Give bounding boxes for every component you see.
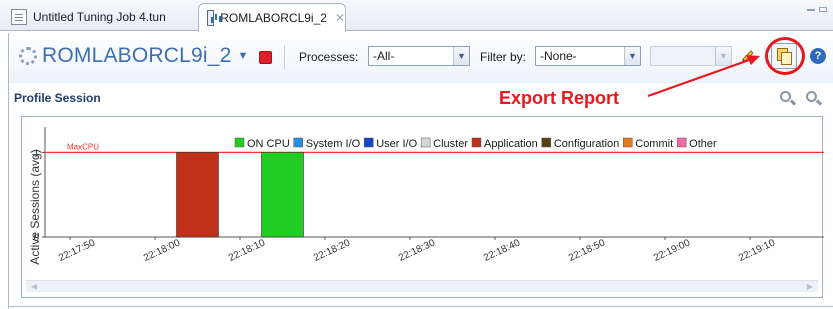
session-gear-icon bbox=[19, 47, 37, 65]
filter-by-label: Filter by: bbox=[480, 50, 527, 64]
bar-application bbox=[176, 152, 219, 238]
zoom-in-icon[interactable] bbox=[779, 90, 797, 108]
scroll-left-icon[interactable]: ◀ bbox=[28, 282, 40, 292]
profile-session-window: Untitled Tuning Job 4.tun ROMLABORCL9i_2… bbox=[0, 0, 833, 309]
panel-border bbox=[8, 83, 9, 309]
legend-label: Cluster bbox=[433, 138, 468, 150]
legend-label: Commit bbox=[635, 138, 673, 150]
processes-select[interactable]: -All- ▼ bbox=[368, 46, 470, 66]
chart-icon bbox=[207, 10, 215, 26]
x-tick-label: 22:19:10 bbox=[737, 237, 777, 264]
maxcpu-threshold-label: MaxCPU bbox=[67, 142, 99, 151]
bar-on-cpu bbox=[261, 152, 304, 238]
chevron-down-icon: ▼ bbox=[715, 47, 731, 65]
tab-romlaborcl9i-2[interactable]: ROMLABORCL9i_2 ✕ bbox=[198, 3, 346, 32]
export-report-annotation: Export Report bbox=[499, 88, 620, 108]
tab-label: Untitled Tuning Job 4.tun bbox=[33, 10, 166, 24]
legend-swatch bbox=[293, 137, 304, 148]
filter-value-select[interactable]: ▼ bbox=[650, 46, 732, 66]
chevron-down-icon: ▼ bbox=[453, 47, 469, 65]
legend-swatch bbox=[676, 137, 687, 148]
help-icon[interactable]: ? bbox=[810, 48, 826, 64]
x-tick-label: 22:17:50 bbox=[57, 237, 97, 264]
y-axis-label: Active Sessions (avg) bbox=[28, 149, 42, 264]
window-controls bbox=[807, 5, 829, 15]
document-icon bbox=[11, 9, 27, 25]
editor-tab-strip: Untitled Tuning Job 4.tun ROMLABORCL9i_2… bbox=[0, 0, 833, 32]
section-title: Profile Session bbox=[14, 91, 101, 105]
processes-select-value: -All- bbox=[373, 49, 395, 63]
processes-label: Processes: bbox=[299, 50, 359, 64]
legend-label: User I/O bbox=[376, 138, 417, 150]
chevron-down-icon[interactable]: ▼ bbox=[238, 50, 249, 62]
session-toolbar: ROMLABORCL9i_2 ▼ Processes: -All- ▼ Filt… bbox=[8, 33, 833, 83]
legend-label: Configuration bbox=[554, 138, 619, 150]
legend-swatch bbox=[234, 137, 245, 148]
x-tick-label: 22:18:50 bbox=[567, 237, 607, 264]
x-tick-label: 22:18:00 bbox=[142, 237, 182, 264]
maximize-icon[interactable] bbox=[819, 7, 827, 12]
tab-untitled-tuning-job[interactable]: Untitled Tuning Job 4.tun bbox=[3, 3, 189, 31]
scroll-right-icon[interactable]: ▶ bbox=[804, 282, 816, 292]
active-sessions-chart: 01Active Sessions (avg)MaxCPU22:17:50 22:… bbox=[28, 127, 824, 265]
session-selector[interactable]: ROMLABORCL9i_2 ▼ bbox=[19, 44, 248, 68]
toolbar-divider bbox=[284, 45, 285, 69]
session-title: ROMLABORCL9i_2 bbox=[42, 44, 232, 67]
x-tick-label: 22:18:40 bbox=[482, 237, 522, 264]
x-tick-label: 22:18:20 bbox=[312, 237, 352, 264]
legend-swatch bbox=[623, 137, 633, 148]
x-tick-label: 22:18:10 bbox=[227, 237, 267, 264]
close-tab-icon[interactable]: ✕ bbox=[335, 11, 345, 25]
legend-label: Other bbox=[689, 138, 717, 150]
x-tick-label: 22:19:00 bbox=[652, 237, 692, 264]
highlight-circle bbox=[765, 37, 805, 75]
stop-button[interactable] bbox=[259, 51, 272, 64]
pencil-edit-icon[interactable] bbox=[740, 47, 756, 63]
legend-swatch bbox=[363, 137, 374, 148]
filter-by-select[interactable]: -None- ▼ bbox=[535, 46, 641, 66]
chevron-down-icon: ▼ bbox=[624, 47, 640, 65]
x-tick-label: 22:18:30 bbox=[397, 237, 437, 264]
chart-panel: 0 1 Active Sessions (avg) MaxCPU 22:17:50 22:… bbox=[21, 116, 824, 298]
zoom-out-icon[interactable] bbox=[805, 90, 823, 108]
legend-label: System I/O bbox=[306, 138, 361, 150]
horizontal-scrollbar[interactable]: ◀ ▶ bbox=[26, 280, 818, 292]
legend-swatch bbox=[541, 137, 552, 148]
minimize-icon[interactable] bbox=[807, 9, 815, 11]
legend-label: Application bbox=[484, 138, 538, 150]
tab-label: ROMLABORCL9i_2 bbox=[220, 11, 327, 25]
legend-swatch bbox=[420, 137, 431, 148]
panel-border-bottom bbox=[8, 306, 833, 307]
filter-by-select-value: -None- bbox=[540, 49, 577, 63]
legend-swatch bbox=[471, 137, 482, 148]
legend-label: ON CPU bbox=[247, 138, 290, 150]
